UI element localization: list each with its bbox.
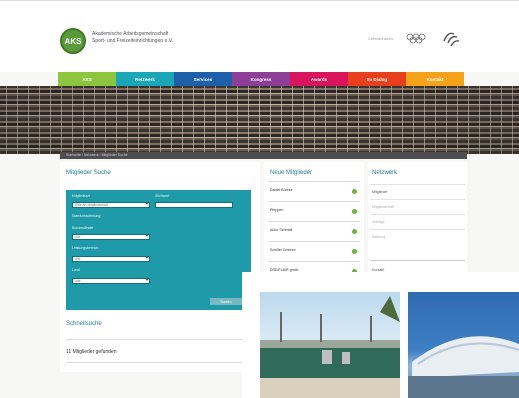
status-dot-icon [352,209,357,214]
member-type-label: Mitgliedsart [72,194,90,198]
member-name: Aldor Schmidt [270,228,293,232]
status-dot-icon [352,189,357,194]
aks-logo[interactable]: AKS [60,28,86,54]
member-name: Daniel Bührke [270,188,293,192]
org-name: Akademische Arbeitsgemeinschaft Sport- u… [92,31,252,45]
service-select[interactable]: Alle [72,256,150,262]
new-members-list: Daniel Bührke Pfeppen Aldor Schmidt Schille… [268,181,360,281]
nav-item-0[interactable]: AKS [58,72,116,86]
keyword-label: Stichwort [155,194,170,198]
network-link[interactable]: Anträge [370,214,465,229]
member-row[interactable]: Schiller Gmbhm [268,241,360,261]
new-members-title: Neue Mitglieder [270,170,313,176]
page: AKS Akademische Arbeitsgemeinschaft Spor… [0,0,519,398]
quick-search-title[interactable]: Schnellsuche [66,321,102,327]
org-name-line-2: Sport- und Freizeiteinrichtungen e.V. [92,38,173,44]
search-title: Mitglieder Suche [66,170,111,176]
country-label: Land [72,268,80,272]
member-search-form [66,190,251,310]
network-links: Mitglieder Mitgliedschaft Anträge Satzung [370,184,465,244]
nav-item-5[interactable]: Im Dialog [348,72,406,86]
state-label: Bundesländer [72,226,94,230]
result-count: 11 Mitglieder gefunden [66,349,117,355]
keyword-input[interactable] [155,202,233,208]
main-nav: AKS Netzwerk Services Kongress Awards Im Dial… [58,72,464,86]
pool-illustration [260,296,400,398]
network-link[interactable]: Mitglieder [370,184,465,199]
network-link[interactable]: Satzung [370,229,465,244]
stadium-illustration [408,336,519,398]
nav-item-2[interactable]: Services [174,72,232,86]
search-button[interactable]: Suchen [210,298,242,305]
olympic-rings-icon [406,33,426,44]
member-name: Pfeppen [270,208,284,212]
nav-item-1[interactable]: Netzwerk [116,72,174,86]
divider [66,362,246,363]
status-dot-icon [352,229,357,234]
nav-item-6[interactable]: Kontakt [406,72,464,86]
stadium-photo [408,292,519,398]
status-dot-icon [352,249,357,254]
nav-item-3[interactable]: Kongress [232,72,290,86]
member-type-select[interactable]: Bitte Art Mitgliedschaft [72,202,150,208]
country-select[interactable]: Alle [72,278,150,284]
divider [370,260,465,261]
breadcrumb[interactable]: Startseite › Netzwerk › Mitglieder Suche [66,153,128,157]
paralympic-icon [443,32,460,47]
network-link[interactable]: Mitgliedschaft [370,199,465,214]
member-name: Schiller Gmbhm [270,248,296,252]
location-label: Standortaufteilung [72,214,101,218]
member-row[interactable]: Daniel Bührke [268,181,360,201]
sponsor-label: Gefördert durch: [368,37,394,41]
divider [66,339,246,340]
stadium-banner-image [0,86,519,154]
org-name-line-1: Akademische Arbeitsgemeinschaft [92,31,169,37]
member-row[interactable]: Pfeppen [268,201,360,221]
state-select[interactable]: Alle [72,234,150,240]
pool-photo [260,292,400,398]
service-label: Leistungsbereich [72,246,99,250]
network-title: Netzwerk [372,170,398,176]
nav-item-4[interactable]: Awards [290,72,348,86]
site-header: AKS Akademische Arbeitsgemeinschaft Spor… [0,0,519,72]
member-row[interactable]: Aldor Schmidt [268,221,360,241]
